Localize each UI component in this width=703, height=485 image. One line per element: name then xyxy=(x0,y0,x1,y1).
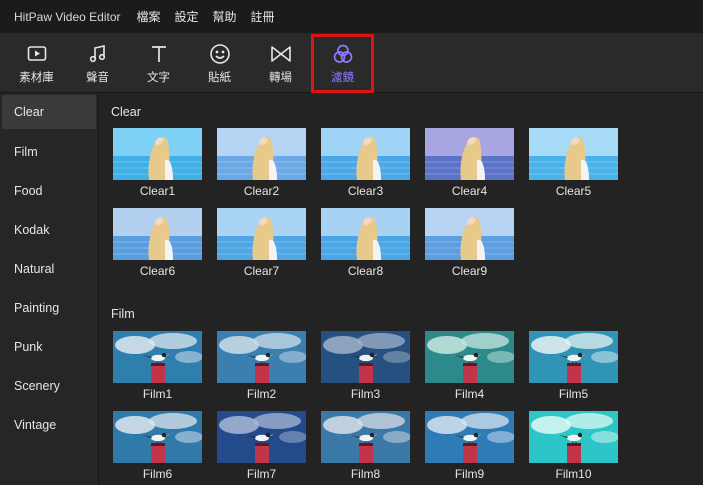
filter-thumbnail-clear4[interactable] xyxy=(425,128,514,180)
text-icon xyxy=(148,43,170,65)
filter-caption: Film9 xyxy=(454,467,485,481)
tool-label: 濾鏡 xyxy=(331,72,354,84)
menu-file[interactable]: 檔案 xyxy=(137,8,161,25)
section-title-film: Film xyxy=(111,307,135,321)
menu-settings[interactable]: 設定 xyxy=(175,8,199,25)
thumbnail-image xyxy=(425,208,514,260)
filter-caption: Clear8 xyxy=(347,264,384,278)
title-bar: HitPaw Video Editor 檔案 設定 幫助 註冊 xyxy=(0,0,703,33)
main-toolbar: 素材庫 聲音 文字 貼紙 轉場 濾鏡 xyxy=(0,33,703,93)
filter-caption: Clear4 xyxy=(451,184,488,198)
filter-thumbnail-clear3[interactable] xyxy=(321,128,410,180)
filter-caption: Film5 xyxy=(558,387,589,401)
thumbnail-image xyxy=(321,128,410,180)
filter-thumbnail-clear8[interactable] xyxy=(321,208,410,260)
thumbnail-image xyxy=(113,208,202,260)
thumbnail-image xyxy=(217,331,306,383)
filter-thumbnail-clear1[interactable] xyxy=(113,128,202,180)
filter-caption: Film6 xyxy=(142,467,173,481)
sticker-face-icon xyxy=(209,43,231,65)
thumbnail-image xyxy=(217,411,306,463)
filter-thumbnail-clear9[interactable] xyxy=(425,208,514,260)
thumbnail-image xyxy=(113,411,202,463)
tool-media-library[interactable]: 素材庫 xyxy=(6,33,67,89)
thumbnail-image xyxy=(529,411,618,463)
filter-caption: Clear6 xyxy=(139,264,176,278)
music-note-icon xyxy=(87,43,109,65)
thumbnail-image xyxy=(529,128,618,180)
filter-category-sidebar: Clear Film Food Kodak Natural Painting P… xyxy=(0,93,99,485)
category-food[interactable]: Food xyxy=(0,171,98,210)
menu-register[interactable]: 註冊 xyxy=(251,8,275,25)
filter-thumbnail-clear2[interactable] xyxy=(217,128,306,180)
media-library-icon xyxy=(26,43,48,65)
category-vintage[interactable]: Vintage xyxy=(0,405,98,444)
filter-thumbnail-film5[interactable] xyxy=(529,331,618,383)
tool-label: 聲音 xyxy=(86,72,109,84)
tool-label: 文字 xyxy=(147,72,170,84)
filter-caption: Film8 xyxy=(350,467,381,481)
filter-caption: Film4 xyxy=(454,387,485,401)
transition-bowtie-icon xyxy=(270,43,292,65)
filter-circles-icon xyxy=(332,43,354,65)
category-scenery[interactable]: Scenery xyxy=(0,366,98,405)
thumbnail-image xyxy=(425,128,514,180)
tool-sticker[interactable]: 貼紙 xyxy=(189,33,250,89)
filter-thumbnail-clear5[interactable] xyxy=(529,128,618,180)
tool-filter[interactable]: 濾鏡 xyxy=(311,34,374,93)
filter-thumbnail-film8[interactable] xyxy=(321,411,410,463)
tool-audio[interactable]: 聲音 xyxy=(67,33,128,89)
thumbnail-image xyxy=(529,331,618,383)
tool-text[interactable]: 文字 xyxy=(128,33,189,89)
filter-thumbnail-film2[interactable] xyxy=(217,331,306,383)
menu-bar: 檔案 設定 幫助 註冊 xyxy=(137,8,289,25)
thumbnail-image xyxy=(217,208,306,260)
category-natural[interactable]: Natural xyxy=(0,249,98,288)
thumbnail-image xyxy=(321,331,410,383)
filter-thumbnail-clear6[interactable] xyxy=(113,208,202,260)
thumbnail-image xyxy=(113,331,202,383)
thumbnail-image xyxy=(321,208,410,260)
app-title: HitPaw Video Editor xyxy=(14,9,121,24)
tool-transition[interactable]: 轉場 xyxy=(250,33,311,89)
thumbnail-image xyxy=(113,128,202,180)
filter-caption: Film2 xyxy=(246,387,277,401)
filter-thumbnail-film9[interactable] xyxy=(425,411,514,463)
thumbnail-image xyxy=(425,331,514,383)
filter-caption: Clear3 xyxy=(347,184,384,198)
filter-caption: Clear7 xyxy=(243,264,280,278)
tool-label: 貼紙 xyxy=(208,72,231,84)
filter-caption: Film3 xyxy=(350,387,381,401)
filter-thumbnail-film1[interactable] xyxy=(113,331,202,383)
filter-caption: Clear5 xyxy=(555,184,592,198)
filter-caption: Clear2 xyxy=(243,184,280,198)
category-punk[interactable]: Punk xyxy=(0,327,98,366)
filter-thumbnail-clear7[interactable] xyxy=(217,208,306,260)
category-clear[interactable]: Clear xyxy=(2,95,96,129)
filter-caption: Clear9 xyxy=(451,264,488,278)
section-title-clear: Clear xyxy=(111,105,141,119)
filter-caption: Film10 xyxy=(555,467,592,481)
filter-thumbnail-film10[interactable] xyxy=(529,411,618,463)
thumbnail-image xyxy=(425,411,514,463)
filter-grid: Clear Film Clear1 Clear2 Clear3 Clear4 C… xyxy=(100,93,703,485)
category-kodak[interactable]: Kodak xyxy=(0,210,98,249)
filter-thumbnail-film7[interactable] xyxy=(217,411,306,463)
menu-help[interactable]: 幫助 xyxy=(213,8,237,25)
filter-thumbnail-film6[interactable] xyxy=(113,411,202,463)
filter-caption: Film1 xyxy=(142,387,173,401)
filter-thumbnail-film4[interactable] xyxy=(425,331,514,383)
tool-label: 轉場 xyxy=(269,72,292,84)
filter-caption: Clear1 xyxy=(139,184,176,198)
thumbnail-image xyxy=(217,128,306,180)
category-film[interactable]: Film xyxy=(0,132,98,171)
filter-caption: Film7 xyxy=(246,467,277,481)
tool-label: 素材庫 xyxy=(19,72,54,84)
filter-thumbnail-film3[interactable] xyxy=(321,331,410,383)
thumbnail-image xyxy=(321,411,410,463)
category-painting[interactable]: Painting xyxy=(0,288,98,327)
